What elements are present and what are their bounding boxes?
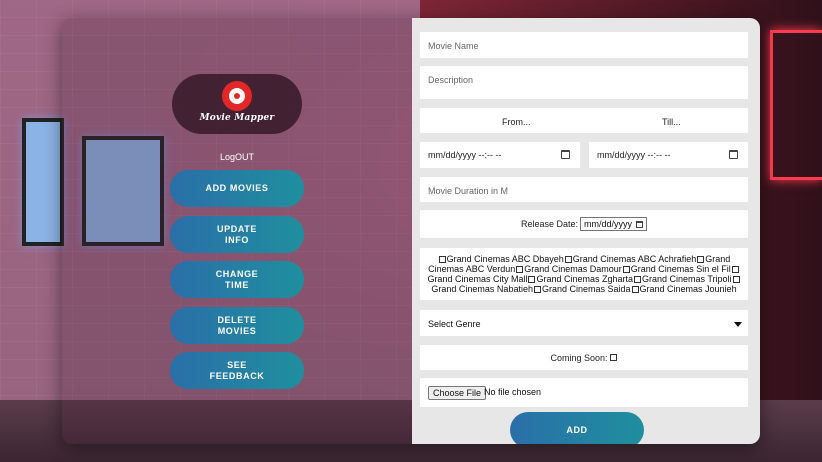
change-time-button[interactable]: CHANGE TIME: [170, 261, 304, 298]
cinema-label: Grand Cinemas Jounieh: [639, 284, 737, 294]
cinema-label: Grand Cinemas City Mall: [427, 274, 528, 284]
release-date-value: mm/dd/yyyy: [584, 219, 633, 229]
cinema-checkbox[interactable]: [528, 276, 536, 284]
cinema-label: Grand Cinemas ABC Dbayeh: [446, 254, 564, 264]
cinema-checkbox[interactable]: [697, 256, 705, 264]
chevron-down-icon: [734, 322, 742, 327]
from-till-row: From... Till...: [420, 108, 748, 133]
add-button[interactable]: ADD: [510, 412, 644, 444]
add-movie-form: Movie Name Description From... Till... m…: [412, 18, 760, 444]
sidebar: Movie Mapper LogOUT ADD MOVIES UPDATE IN…: [62, 18, 412, 444]
cinema-checkbox[interactable]: [533, 286, 541, 294]
cinema-label: Grand Cinemas Tripoli: [642, 274, 732, 284]
cinema-checkbox[interactable]: [731, 266, 739, 274]
coming-soon-label: Coming Soon:: [550, 352, 608, 363]
cinema-label: Grand Cinemas Saida: [541, 284, 631, 294]
coming-soon-row: Coming Soon:: [420, 345, 748, 370]
logout-link[interactable]: LogOUT: [172, 152, 302, 162]
main-panel: Movie Mapper LogOUT ADD MOVIES UPDATE IN…: [62, 18, 760, 444]
cinema-checkbox[interactable]: [622, 266, 630, 274]
description-placeholder: Description: [428, 75, 474, 85]
calendar-icon[interactable]: [561, 150, 570, 159]
background-sign-left: [22, 118, 64, 246]
choose-file-button[interactable]: Choose File: [428, 386, 487, 400]
from-datetime-value: mm/dd/yyyy --:-- --: [428, 150, 502, 160]
update-info-button[interactable]: UPDATE INFO: [170, 216, 304, 253]
background-neon-sign: [770, 30, 822, 180]
cinema-checkbox[interactable]: [438, 256, 446, 264]
logo-text: Movie Mapper: [199, 113, 275, 123]
cinema-label: Grand Cinemas ABC Achrafieh: [572, 254, 697, 264]
calendar-icon[interactable]: [729, 150, 738, 159]
calendar-icon[interactable]: [636, 221, 644, 229]
film-reel-icon: [222, 81, 252, 111]
delete-movies-button[interactable]: DELETE MOVIES: [170, 307, 304, 344]
cinema-checkbox-list: Grand Cinemas ABC Dbayeh Grand Cinemas AB…: [420, 248, 748, 300]
from-datetime-input[interactable]: mm/dd/yyyy --:-- --: [420, 142, 580, 168]
movie-name-placeholder: Movie Name: [428, 41, 479, 51]
genre-select[interactable]: Select Genre: [420, 310, 748, 336]
till-datetime-value: mm/dd/yyyy --:-- --: [597, 150, 671, 160]
duration-input[interactable]: Movie Duration in M: [420, 177, 748, 202]
genre-selected-value: Select Genre: [428, 319, 481, 329]
till-label: Till...: [662, 117, 681, 127]
from-label: From...: [502, 117, 531, 127]
cinema-label: Grand Cinemas Sin el Fil: [630, 264, 731, 274]
logo: Movie Mapper: [172, 74, 302, 134]
cinema-checkbox[interactable]: [631, 286, 639, 294]
release-date-row: Release Date: mm/dd/yyyy: [420, 210, 748, 238]
coming-soon-checkbox[interactable]: [609, 354, 617, 361]
poster-file-input: Choose File No file chosen: [420, 378, 748, 407]
cinema-checkbox[interactable]: [634, 276, 642, 284]
release-date-input[interactable]: mm/dd/yyyy: [580, 217, 648, 231]
cinema-checkbox[interactable]: [732, 276, 740, 284]
cinema-checkbox[interactable]: [516, 266, 524, 274]
duration-placeholder: Movie Duration in M: [428, 186, 509, 196]
description-input[interactable]: Description: [420, 66, 748, 99]
cinema-label: Grand Cinemas Zgharta: [536, 274, 634, 284]
cinema-label: Grand Cinemas Nabatieh: [431, 284, 533, 294]
file-status: No file chosen: [484, 387, 542, 397]
release-date-label: Release Date:: [520, 219, 579, 229]
movie-name-input[interactable]: Movie Name: [420, 32, 748, 58]
add-movies-button[interactable]: ADD MOVIES: [170, 170, 304, 207]
see-feedback-button[interactable]: SEE FEEDBACK: [170, 352, 304, 389]
cinema-label: Grand Cinemas Damour: [524, 264, 622, 274]
till-datetime-input[interactable]: mm/dd/yyyy --:-- --: [589, 142, 748, 168]
cinema-checkbox[interactable]: [564, 256, 572, 264]
